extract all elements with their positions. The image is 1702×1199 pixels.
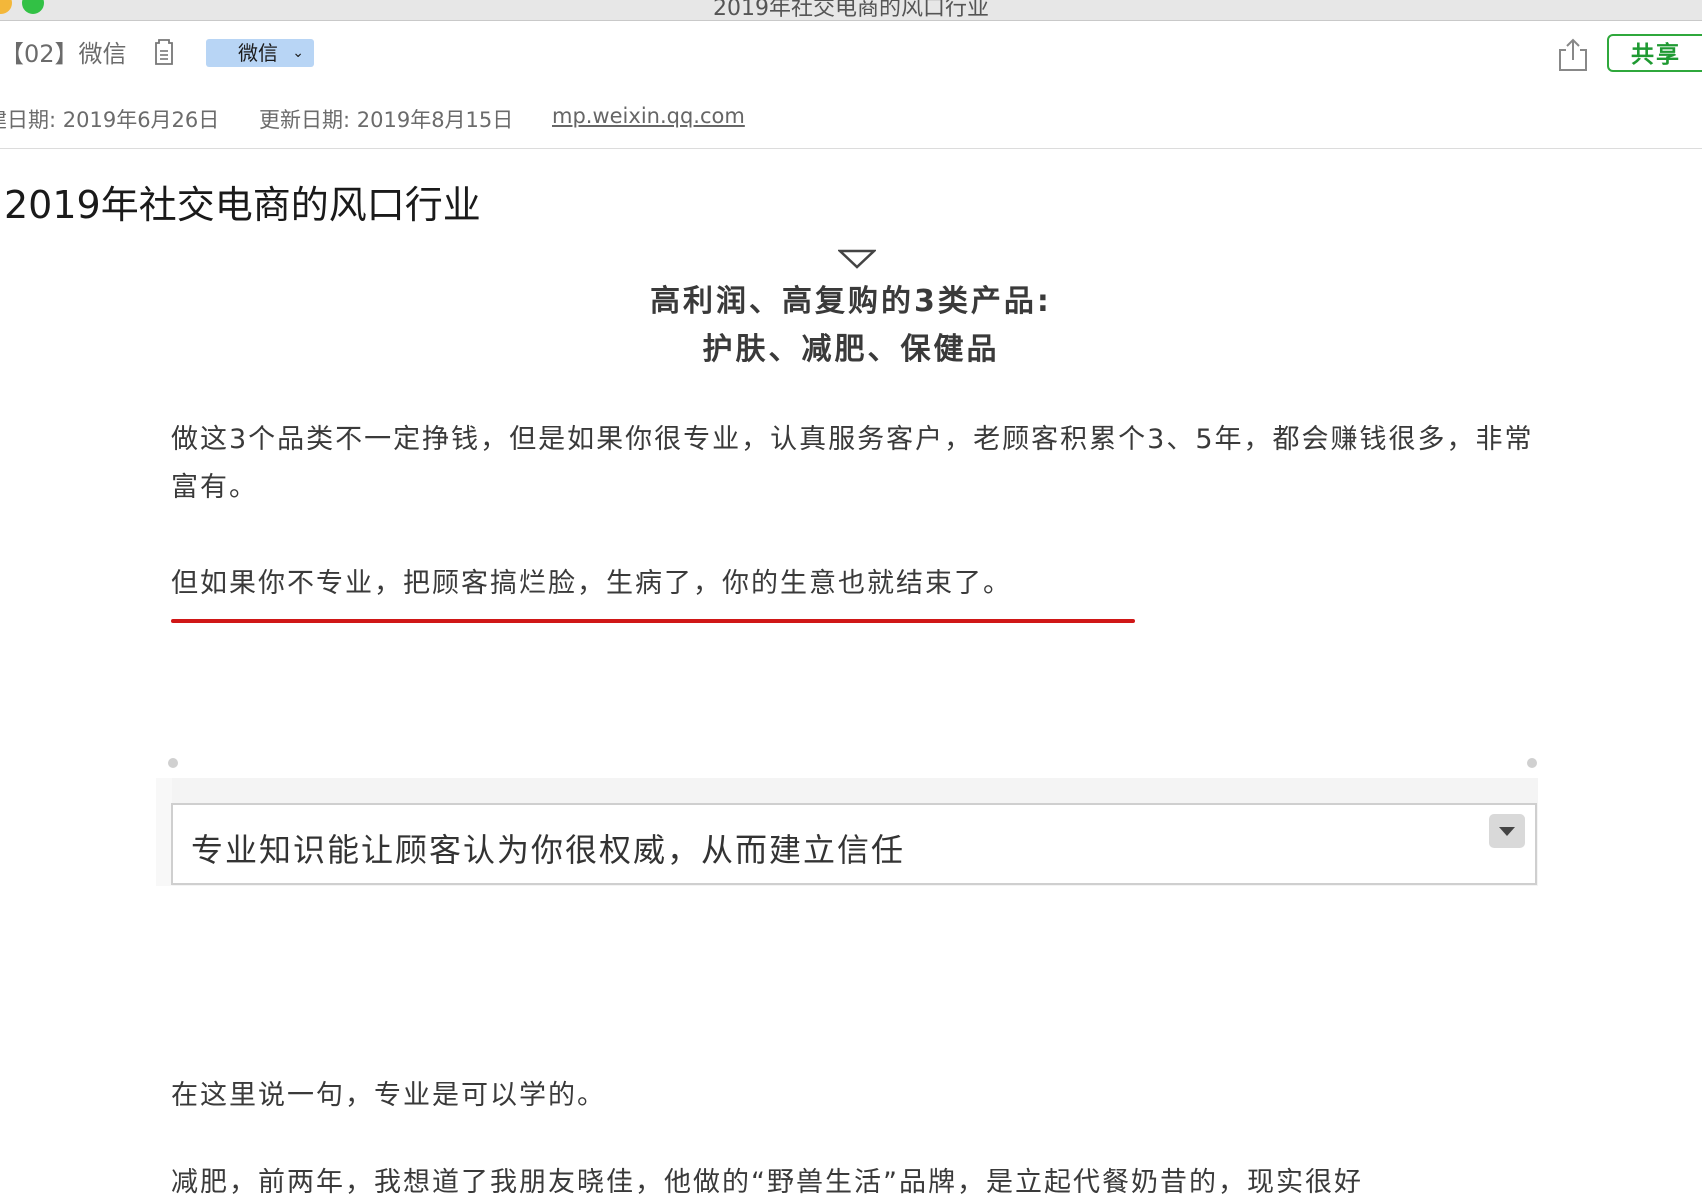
dropdown-select[interactable]: 专业知识能让顾客认为你很权威，从而建立信任 — [171, 803, 1537, 885]
paragraph-4-partial: 减肥，前两年，我想道了我朋友晓佳，他做的“野兽生活”品牌，是立起代餐奶昔的，现实… — [171, 1167, 1363, 1198]
red-underline — [171, 619, 1135, 623]
tag-label: 微信 — [238, 41, 278, 65]
widget-edge — [156, 778, 172, 886]
paragraph-2: 但如果你不专业，把顾客搞烂脸，生病了，你的生意也就结束了。 — [171, 568, 1012, 599]
source-url-link[interactable]: mp.weixin.qq.com — [552, 104, 745, 128]
chevron-down-icon: ⌄ — [292, 45, 304, 61]
share-icon[interactable] — [1556, 36, 1590, 72]
note-title[interactable]: 2019年社交电商的风口行业 — [4, 174, 481, 229]
subtitle-line-1: 高利润、高复购的3类产品: — [650, 284, 1052, 319]
paragraph-1: 做这3个品类不一定挣钱，但是如果你很专业，认真服务客户，老顾客积累个3、5年，都… — [171, 424, 1534, 503]
triangle-down-icon — [838, 249, 876, 269]
subtitle-line-2: 护肤、减肥、保健品 — [702, 332, 1000, 367]
notebook-selector[interactable]: 【02】微信 — [0, 34, 127, 69]
note-info-icon[interactable] — [152, 38, 176, 66]
window-titlebar: 2019年社交电商的风口行业 — [0, 0, 1702, 21]
created-date: 建日期: 2019年6月26日 — [0, 108, 220, 132]
tag-chip[interactable]: 微信 ⌄ — [206, 39, 314, 67]
select-arrow-icon[interactable] — [1489, 814, 1525, 848]
share-button[interactable]: 共享 — [1607, 34, 1702, 72]
window-title: 2019年社交电商的风口行业 — [713, 0, 989, 21]
paragraph-3: 在这里说一句，专业是可以学的。 — [171, 1080, 606, 1111]
header-divider — [0, 148, 1702, 149]
select-value: 专业知识能让顾客认为你很权威，从而建立信任 — [191, 831, 906, 869]
updated-date: 更新日期: 2019年8月15日 — [259, 108, 514, 132]
resize-handle-right[interactable] — [1527, 758, 1537, 768]
resize-handle-left[interactable] — [168, 758, 178, 768]
